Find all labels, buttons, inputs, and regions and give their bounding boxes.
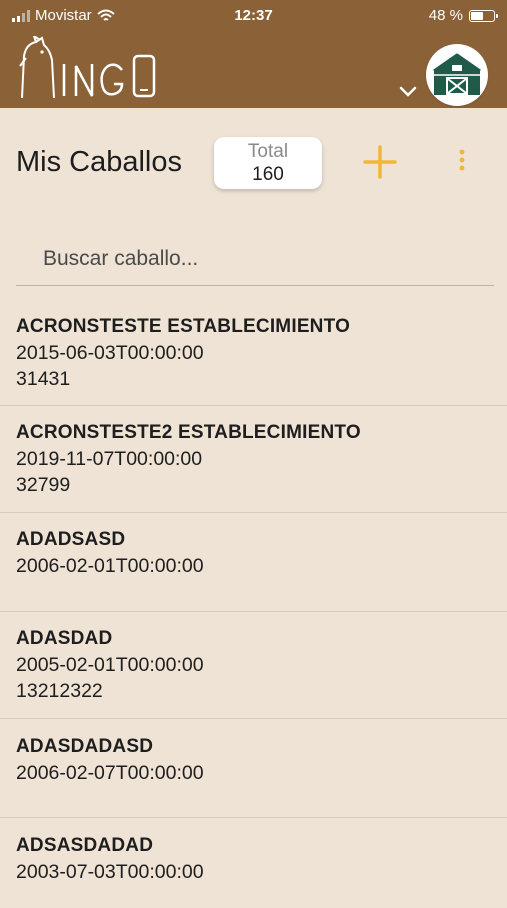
barn-icon bbox=[433, 53, 481, 95]
horse-name: ADASDADASD bbox=[16, 736, 154, 757]
list-item[interactable]: ACRONSTESTE ESTABLECIMIENTO 2015-06-03T0… bbox=[0, 300, 507, 406]
status-bar: Movistar 12:37 48 % bbox=[0, 0, 507, 34]
list-item[interactable]: ADSASDADAD 2003-07-03T00:00:00 bbox=[0, 818, 507, 908]
battery-icon bbox=[469, 9, 498, 22]
horse-date: 2006-02-01T00:00:00 bbox=[16, 555, 204, 577]
horse-date: 2003-07-03T00:00:00 bbox=[16, 861, 204, 883]
horse-date: 2015-06-03T00:00:00 bbox=[16, 342, 204, 364]
total-badge: Total 160 bbox=[214, 137, 322, 189]
title-row: Mis Caballos Total 160 bbox=[0, 130, 507, 200]
list-item[interactable]: ADASDAD 2005-02-01T00:00:00 13212322 bbox=[0, 612, 507, 719]
mingo-logo bbox=[19, 36, 156, 99]
list-item[interactable]: ACRONSTESTE2 ESTABLECIMIENTO 2019-11-07T… bbox=[0, 406, 507, 513]
app-header: Movistar 12:37 48 % bbox=[0, 0, 507, 108]
horse-id: 32799 bbox=[16, 474, 71, 496]
horse-id: 13212322 bbox=[16, 680, 103, 702]
horse-name: ADADSASD bbox=[16, 529, 126, 550]
horse-name: ACRONSTESTE2 ESTABLECIMIENTO bbox=[16, 422, 361, 443]
horse-name: ACRONSTESTE ESTABLECIMIENTO bbox=[16, 316, 351, 337]
stable-avatar[interactable] bbox=[426, 44, 488, 106]
horse-date: 2019-11-07T00:00:00 bbox=[16, 448, 203, 470]
horse-date: 2005-02-01T00:00:00 bbox=[16, 654, 204, 676]
battery-label: 48 % bbox=[428, 7, 463, 24]
list-item[interactable]: ADASDADASD 2006-02-07T00:00:00 bbox=[0, 719, 507, 818]
search-input[interactable] bbox=[16, 232, 494, 286]
add-horse-button[interactable] bbox=[362, 144, 398, 180]
list-item[interactable]: ADADSASD 2006-02-01T00:00:00 bbox=[0, 513, 507, 612]
chevron-down-icon[interactable] bbox=[398, 84, 418, 98]
page-title: Mis Caballos bbox=[16, 146, 182, 178]
horse-date: 2006-02-07T00:00:00 bbox=[16, 762, 204, 784]
total-label: Total bbox=[247, 141, 289, 162]
status-right: 48 % bbox=[428, 7, 498, 24]
horse-id: 31431 bbox=[16, 368, 71, 390]
more-options-icon[interactable] bbox=[450, 146, 474, 178]
total-value: 160 bbox=[252, 164, 284, 185]
horse-name: ADSASDADAD bbox=[16, 835, 154, 856]
horse-list: ACRONSTESTE ESTABLECIMIENTO 2015-06-03T0… bbox=[0, 300, 507, 908]
horse-name: ADASDAD bbox=[16, 628, 113, 649]
